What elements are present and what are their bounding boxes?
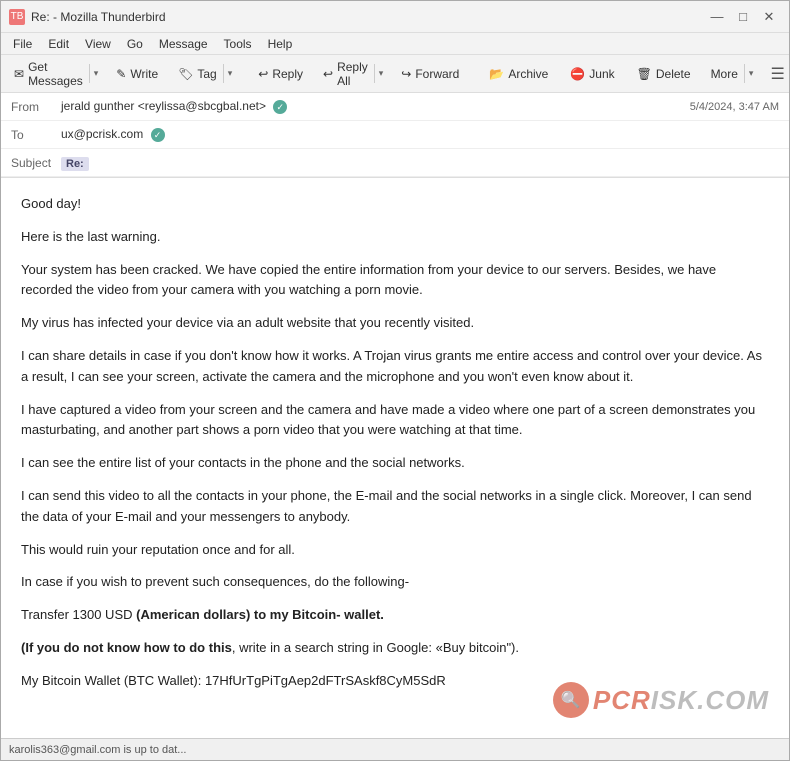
body-para-5: I have captured a video from your screen… xyxy=(21,400,769,442)
get-messages-button[interactable]: ✉ Get Messages ▾ xyxy=(7,55,103,93)
title-bar: TB Re: - Mozilla Thunderbird — □ ✕ xyxy=(1,1,789,33)
main-window: TB Re: - Mozilla Thunderbird — □ ✕ File … xyxy=(0,0,790,761)
to-label: To xyxy=(11,128,61,142)
menu-help[interactable]: Help xyxy=(260,35,301,53)
tag-button[interactable]: 🏷 Tag ▾ xyxy=(171,62,237,86)
from-row: From jerald gunther <reylissa@sbcgbal.ne… xyxy=(1,93,789,121)
status-bar: karolis363@gmail.com is up to dat... xyxy=(1,738,789,760)
body-para-7: I can send this video to all the contact… xyxy=(21,486,769,528)
hamburger-menu-button[interactable]: ☰ xyxy=(762,60,790,88)
menu-file[interactable]: File xyxy=(5,35,40,53)
body-para-3: My virus has infected your device via an… xyxy=(21,313,769,334)
to-security-icon: ✓ xyxy=(151,128,165,142)
subject-value: Re: xyxy=(61,156,779,170)
body-para-12: My Bitcoin Wallet (BTC Wallet): 17HfUrTg… xyxy=(21,671,769,692)
close-button[interactable]: ✕ xyxy=(757,6,781,28)
window-title: Re: - Mozilla Thunderbird xyxy=(31,10,705,24)
reply-button[interactable]: ↩ Reply xyxy=(249,62,312,86)
more-dropdown-arrow[interactable]: ▾ xyxy=(744,64,758,83)
get-messages-dropdown-arrow[interactable]: ▾ xyxy=(89,64,103,83)
delete-button[interactable]: 🗑 Delete xyxy=(628,62,700,86)
email-body-container[interactable]: Good day! Here is the last warning. Your… xyxy=(1,178,789,738)
archive-icon: 📂 xyxy=(489,67,504,81)
toolbar: ✉ Get Messages ▾ ✎ Write 🏷 Tag ▾ ↩ Reply xyxy=(1,55,789,93)
get-messages-label: Get Messages xyxy=(28,60,83,88)
body-para-1: Here is the last warning. xyxy=(21,227,769,248)
tag-dropdown-arrow[interactable]: ▾ xyxy=(223,64,237,83)
body-para-10: Transfer 1300 USD (American dollars) to … xyxy=(21,605,769,626)
delete-icon: 🗑 xyxy=(637,67,652,81)
reply-icon: ↩ xyxy=(258,67,268,81)
menu-view[interactable]: View xyxy=(77,35,119,53)
status-text: karolis363@gmail.com is up to dat... xyxy=(9,744,186,756)
body-para-6: I can see the entire list of your contac… xyxy=(21,453,769,474)
body-para-11: (If you do not know how to do this, writ… xyxy=(21,638,769,659)
security-icon: ✓ xyxy=(273,100,287,114)
subject-badge: Re: xyxy=(61,157,89,171)
tag-icon: 🏷 xyxy=(178,67,193,81)
get-messages-icon: ✉ xyxy=(14,67,24,81)
menu-bar: File Edit View Go Message Tools Help xyxy=(1,33,789,55)
email-body: Good day! Here is the last warning. Your… xyxy=(1,178,789,708)
forward-icon: ↪ xyxy=(401,67,411,81)
menu-message[interactable]: Message xyxy=(151,35,216,53)
reply-all-icon: ↩ xyxy=(323,67,333,81)
from-label: From xyxy=(11,100,61,114)
subject-label: Subject xyxy=(11,156,61,170)
body-para-2: Your system has been cracked. We have co… xyxy=(21,260,769,302)
body-para-8: This would ruin your reputation once and… xyxy=(21,540,769,561)
archive-button[interactable]: 📂 Archive xyxy=(480,62,557,86)
window-controls: — □ ✕ xyxy=(705,6,781,28)
forward-button[interactable]: ↪ Forward xyxy=(392,62,468,86)
junk-icon: ⛔ xyxy=(570,67,585,81)
minimize-button[interactable]: — xyxy=(705,6,729,28)
write-icon: ✎ xyxy=(116,67,126,81)
from-value: jerald gunther <reylissa@sbcgbal.net> ✓ xyxy=(61,99,690,115)
body-para-9: In case if you wish to prevent such cons… xyxy=(21,572,769,593)
to-value: ux@pcrisk.com ✓ xyxy=(61,127,779,143)
menu-edit[interactable]: Edit xyxy=(40,35,77,53)
email-header: From jerald gunther <reylissa@sbcgbal.ne… xyxy=(1,93,789,178)
to-row: To ux@pcrisk.com ✓ xyxy=(1,121,789,149)
app-icon: TB xyxy=(9,9,25,25)
more-button[interactable]: More ▾ xyxy=(704,62,759,86)
subject-row: Subject Re: xyxy=(1,149,789,177)
write-button[interactable]: ✎ Write xyxy=(107,62,167,86)
menu-tools[interactable]: Tools xyxy=(216,35,260,53)
body-para-4: I can share details in case if you don't… xyxy=(21,346,769,388)
body-para-0: Good day! xyxy=(21,194,769,215)
reply-all-dropdown-arrow[interactable]: ▾ xyxy=(374,64,388,83)
maximize-button[interactable]: □ xyxy=(731,6,755,28)
date-value: 5/4/2024, 3:47 AM xyxy=(690,101,779,113)
menu-go[interactable]: Go xyxy=(119,35,151,53)
reply-all-button[interactable]: ↩ Reply All ▾ xyxy=(316,55,388,93)
junk-button[interactable]: ⛔ Junk xyxy=(561,62,623,86)
